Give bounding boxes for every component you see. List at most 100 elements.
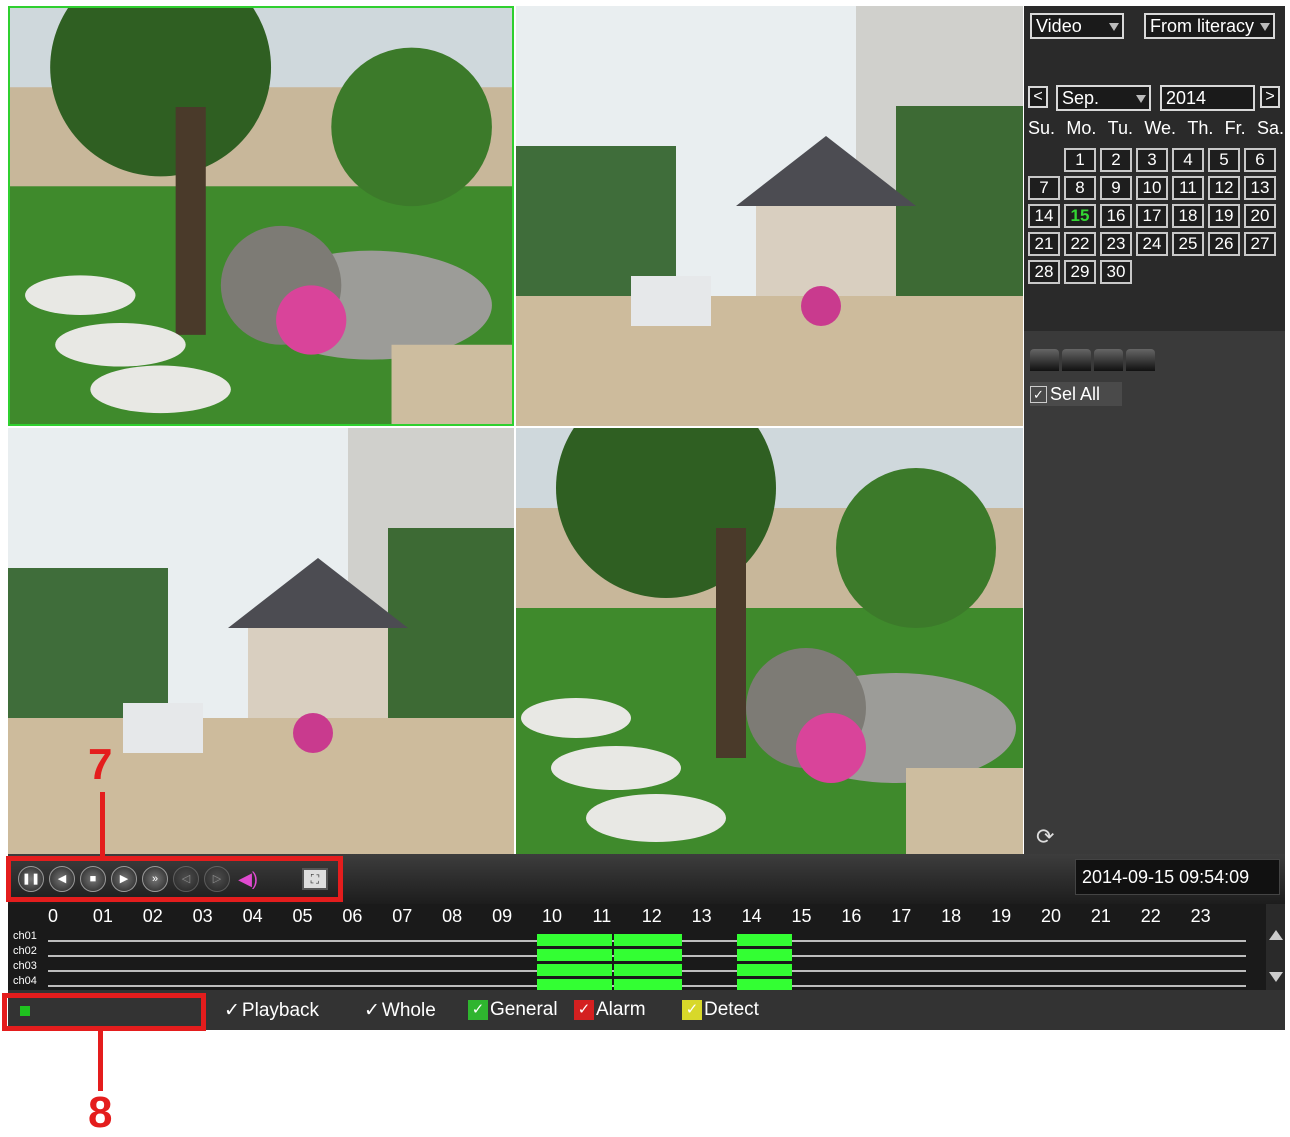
- refresh-icon[interactable]: ⟳: [1036, 824, 1054, 850]
- annotation-line-8: [98, 1031, 103, 1091]
- hour-label: 02: [142, 906, 163, 926]
- calendar-day[interactable]: 20: [1244, 204, 1276, 228]
- whole-option[interactable]: ✓ Whole: [364, 999, 436, 1022]
- record-segment[interactable]: [537, 949, 612, 961]
- hour-label: 14: [741, 906, 762, 926]
- camera-view-1[interactable]: [8, 6, 514, 426]
- select-all-checkbox[interactable]: ✓ Sel All: [1030, 382, 1122, 406]
- annotation-label-7: 7: [88, 740, 113, 789]
- hour-label: 20: [1040, 906, 1062, 926]
- hour-label: 10: [541, 906, 563, 926]
- calendar-panel: Video From literacy < Sep. 2014 > Su. Mo…: [1024, 6, 1285, 331]
- check-icon: ✓: [224, 1000, 240, 1021]
- calendar-day[interactable]: 13: [1244, 176, 1276, 200]
- general-label: General: [490, 999, 558, 1020]
- chevron-down-icon: [1136, 95, 1146, 103]
- calendar-day[interactable]: 12: [1208, 176, 1240, 200]
- hour-label: 07: [392, 906, 413, 926]
- record-segment[interactable]: [537, 964, 612, 976]
- calendar-day[interactable]: 14: [1028, 204, 1060, 228]
- hour-label: 05: [292, 906, 313, 926]
- calendar-day[interactable]: 5: [1208, 148, 1240, 172]
- weekday-label: Fr.: [1224, 118, 1246, 138]
- weekday-label: Su.: [1028, 118, 1056, 138]
- calendar-day[interactable]: 7: [1028, 176, 1060, 200]
- calendar-day[interactable]: 10: [1136, 176, 1168, 200]
- record-timeline[interactable]: 0 01 02 03 04 05 06 07 08 09 10 11 12 13 14 15 16 17 18 19 2…: [8, 904, 1285, 991]
- calendar-day[interactable]: 15: [1064, 204, 1096, 228]
- next-month-button[interactable]: >: [1260, 86, 1280, 108]
- calendar-day[interactable]: 2: [1100, 148, 1132, 172]
- detect-checkbox[interactable]: ✓: [682, 1000, 702, 1020]
- calendar-day[interactable]: 22: [1064, 232, 1096, 256]
- hour-label: 21: [1090, 906, 1111, 926]
- channel-buttons: [1030, 349, 1155, 371]
- chevron-down-icon: [1260, 23, 1270, 31]
- channel-4-button[interactable]: [1126, 349, 1155, 371]
- calendar-day[interactable]: 19: [1208, 204, 1240, 228]
- calendar-day[interactable]: 26: [1208, 232, 1240, 256]
- whole-label: Whole: [381, 999, 436, 1021]
- month-select[interactable]: Sep.: [1056, 85, 1151, 111]
- hour-label: 0: [47, 906, 59, 926]
- calendar-day[interactable]: 16: [1100, 204, 1132, 228]
- scroll-up-icon[interactable]: [1269, 930, 1283, 940]
- record-source-select[interactable]: From literacy: [1144, 13, 1275, 39]
- calendar-day[interactable]: 9: [1100, 176, 1132, 200]
- alarm-checkbox[interactable]: ✓: [574, 1000, 594, 1020]
- hour-label: 17: [891, 906, 912, 926]
- record-segment[interactable]: [537, 934, 612, 946]
- camera-view-3[interactable]: [8, 428, 514, 854]
- general-filter[interactable]: ✓ General: [468, 999, 558, 1021]
- channel-label: ch01: [13, 930, 37, 942]
- chevron-down-icon: [1109, 23, 1119, 31]
- record-segment[interactable]: [614, 934, 682, 946]
- calendar-day[interactable]: 3: [1136, 148, 1168, 172]
- record-segment[interactable]: [614, 964, 682, 976]
- general-checkbox[interactable]: ✓: [468, 1000, 488, 1020]
- hour-label: 22: [1140, 906, 1161, 926]
- record-segment[interactable]: [736, 964, 792, 976]
- record-segment[interactable]: [736, 949, 792, 961]
- calendar-day[interactable]: 21: [1028, 232, 1060, 256]
- calendar-day[interactable]: 1: [1064, 148, 1096, 172]
- hour-label: 03: [192, 906, 213, 926]
- record-segment[interactable]: [736, 934, 792, 946]
- weekday-label: We.: [1144, 118, 1177, 138]
- calendar-day[interactable]: 18: [1172, 204, 1204, 228]
- scroll-down-icon[interactable]: [1269, 972, 1283, 982]
- calendar-day[interactable]: 23: [1100, 232, 1132, 256]
- calendar-day[interactable]: 30: [1100, 260, 1132, 284]
- playback-option[interactable]: ✓ Playback: [224, 999, 319, 1022]
- channel-2-button[interactable]: [1062, 349, 1091, 371]
- calendar-day[interactable]: 29: [1064, 260, 1096, 284]
- calendar-day[interactable]: 27: [1244, 232, 1276, 256]
- weekday-header: Su. Mo. Tu. We. Th. Fr. Sa.: [1028, 118, 1284, 139]
- channel-3-button[interactable]: [1094, 349, 1123, 371]
- detect-filter[interactable]: ✓ Detect: [682, 999, 759, 1021]
- calendar-day[interactable]: 17: [1136, 204, 1168, 228]
- calendar-day[interactable]: 28: [1028, 260, 1060, 284]
- hour-label: 13: [691, 906, 712, 926]
- calendar-day[interactable]: 24: [1136, 232, 1168, 256]
- record-type-select[interactable]: Video: [1030, 13, 1124, 39]
- calendar-day[interactable]: 8: [1064, 176, 1096, 200]
- camera-view-4[interactable]: [516, 428, 1023, 854]
- prev-month-button[interactable]: <: [1028, 86, 1048, 108]
- alarm-filter[interactable]: ✓ Alarm: [574, 999, 646, 1021]
- hour-label: 04: [242, 906, 263, 926]
- channel-1-button[interactable]: [1030, 349, 1059, 371]
- calendar-day[interactable]: 6: [1244, 148, 1276, 172]
- record-source-value: From literacy: [1150, 16, 1255, 36]
- alarm-label: Alarm: [596, 999, 646, 1020]
- weekday-label: Sa.: [1256, 118, 1284, 138]
- year-field[interactable]: 2014: [1160, 85, 1255, 111]
- weekday-label: Th.: [1187, 118, 1214, 138]
- calendar-day[interactable]: 4: [1172, 148, 1204, 172]
- camera-view-2[interactable]: [516, 6, 1023, 426]
- calendar-day[interactable]: 25: [1172, 232, 1204, 256]
- timeline-scrollbar[interactable]: [1266, 904, 1285, 990]
- calendar-day[interactable]: 11: [1172, 176, 1204, 200]
- record-type-value: Video: [1036, 16, 1082, 36]
- record-segment[interactable]: [614, 949, 682, 961]
